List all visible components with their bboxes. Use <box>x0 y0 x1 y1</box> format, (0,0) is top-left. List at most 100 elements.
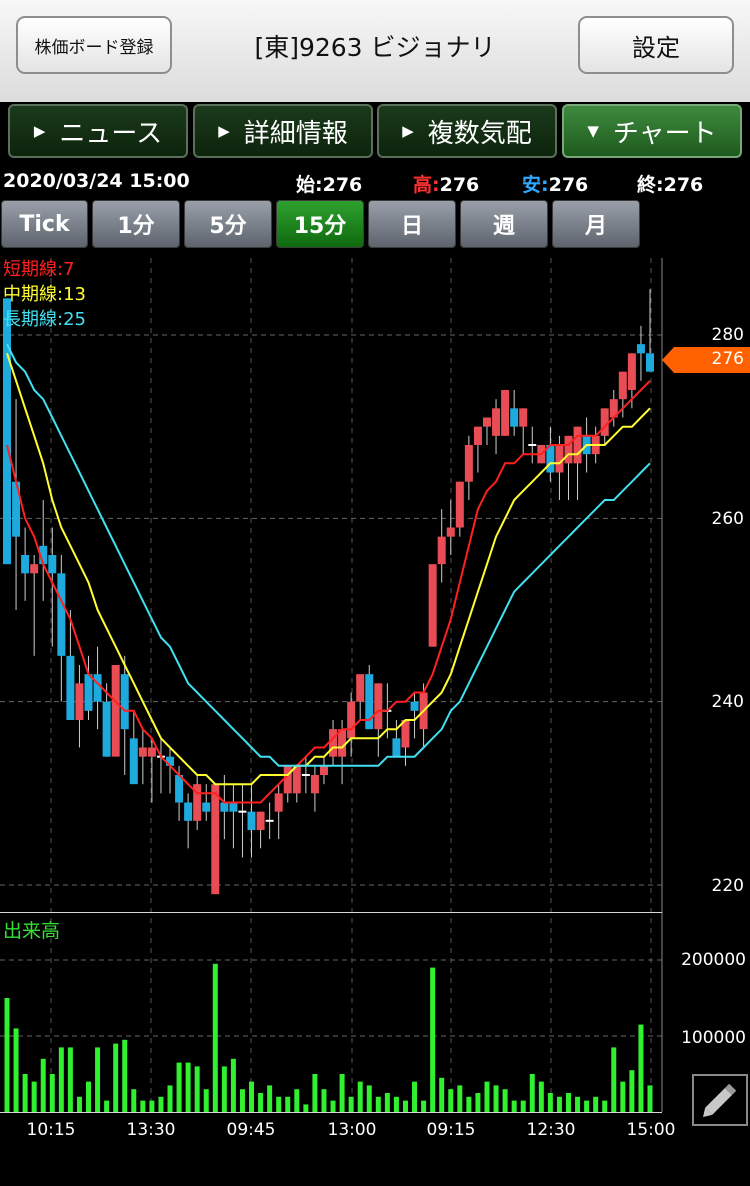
volume-bar <box>185 1062 191 1112</box>
candle-body <box>510 408 519 427</box>
x-tick: 09:45 <box>226 1120 276 1140</box>
volume-bar <box>611 1047 617 1112</box>
candle-body <box>410 701 419 711</box>
volume-bar <box>457 1085 463 1112</box>
volume-bar <box>104 1100 110 1112</box>
price-tick: 260 <box>711 509 744 529</box>
volume-bar <box>502 1089 508 1112</box>
volume-bar <box>511 1100 517 1112</box>
volume-bar <box>466 1096 472 1112</box>
volume-bar <box>412 1081 418 1112</box>
volume-bar <box>149 1100 155 1112</box>
candle-body <box>84 674 93 711</box>
candle-body <box>211 784 220 895</box>
candle-body <box>21 555 30 574</box>
volume-bar <box>348 1096 354 1112</box>
volume-bar <box>593 1096 599 1112</box>
volume-bar <box>58 1047 64 1112</box>
volume-bar <box>113 1043 119 1112</box>
volume-bar <box>439 1077 445 1112</box>
volume-bar <box>357 1081 363 1112</box>
volume-bar <box>538 1081 544 1112</box>
volume-bar <box>131 1089 137 1112</box>
candle-body <box>464 445 473 482</box>
volume-bar <box>638 1024 644 1112</box>
volume-bar <box>194 1066 200 1112</box>
volume-bar <box>493 1085 499 1112</box>
candle-body <box>93 674 102 702</box>
volume-bar <box>375 1096 381 1112</box>
candle-body <box>184 802 193 821</box>
volume-bar <box>67 1047 73 1112</box>
volume-bar <box>312 1074 318 1112</box>
volume-bar <box>122 1039 128 1112</box>
volume-bar <box>529 1074 535 1112</box>
candle-body <box>356 674 365 702</box>
volume-bar <box>321 1089 327 1112</box>
volume-bar <box>95 1047 101 1112</box>
volume-bar <box>276 1096 282 1112</box>
volume-bar <box>475 1093 481 1112</box>
candle-body <box>120 674 129 730</box>
volume-bar <box>520 1100 526 1112</box>
legend-short-ma: 短期線:7 <box>3 259 75 280</box>
candle-body <box>66 655 75 720</box>
volume-bar <box>330 1100 336 1112</box>
volume-bar <box>629 1070 635 1112</box>
candle-body <box>374 683 383 730</box>
candle-body <box>555 445 564 473</box>
price-tick: 240 <box>711 692 744 712</box>
volume-bar <box>448 1089 454 1112</box>
volume-bar <box>547 1093 553 1112</box>
volume-bar <box>556 1096 562 1112</box>
x-tick: 12:30 <box>526 1120 576 1140</box>
candle-body <box>57 573 66 656</box>
volume-tick: 100000 <box>681 1028 746 1048</box>
volume-bar <box>31 1081 37 1112</box>
volume-bar <box>575 1096 581 1112</box>
candle-body <box>482 417 491 427</box>
volume-bar <box>421 1100 427 1112</box>
candle-body <box>392 738 401 757</box>
pencil-icon <box>703 1083 737 1117</box>
volume-bar <box>303 1104 309 1112</box>
candle-body <box>501 390 510 436</box>
volume-bar <box>366 1085 372 1112</box>
draw-tool-button[interactable] <box>692 1074 748 1126</box>
candle-body <box>220 802 229 812</box>
volume-label: 出来高 <box>3 920 61 942</box>
candle-body <box>519 408 528 427</box>
x-tick: 10:15 <box>26 1120 76 1140</box>
volume-bar <box>212 963 218 1112</box>
candle-body <box>75 683 84 720</box>
x-tick: 09:15 <box>426 1120 476 1140</box>
candle-body <box>455 481 464 528</box>
panel-divider <box>0 912 662 913</box>
candle-body <box>202 802 211 812</box>
candle-body <box>256 811 265 830</box>
volume-bar <box>393 1096 399 1112</box>
volume-bar <box>22 1074 28 1112</box>
candle-body <box>573 426 582 464</box>
candle-body <box>618 371 627 400</box>
candle-body <box>473 426 482 445</box>
volume-bar <box>565 1093 571 1112</box>
candle-body <box>310 775 319 794</box>
candle-body <box>646 353 654 372</box>
volume-tick: 200000 <box>681 950 746 970</box>
volume-bar <box>430 967 436 1112</box>
volume-bar <box>384 1093 390 1112</box>
candle-body <box>600 408 609 436</box>
candle-body <box>111 665 120 757</box>
volume-bar <box>76 1096 82 1112</box>
volume-bar <box>49 1074 55 1112</box>
candle-body <box>492 408 501 436</box>
volume-bar <box>267 1085 273 1112</box>
volume-bar <box>230 1058 236 1112</box>
volume-bar <box>339 1074 345 1112</box>
volume-bar <box>402 1100 408 1112</box>
volume-bar <box>484 1081 490 1112</box>
legend-long-ma: 長期線:25 <box>3 309 86 330</box>
volume-bar <box>86 1081 92 1112</box>
candle-body <box>229 802 238 812</box>
